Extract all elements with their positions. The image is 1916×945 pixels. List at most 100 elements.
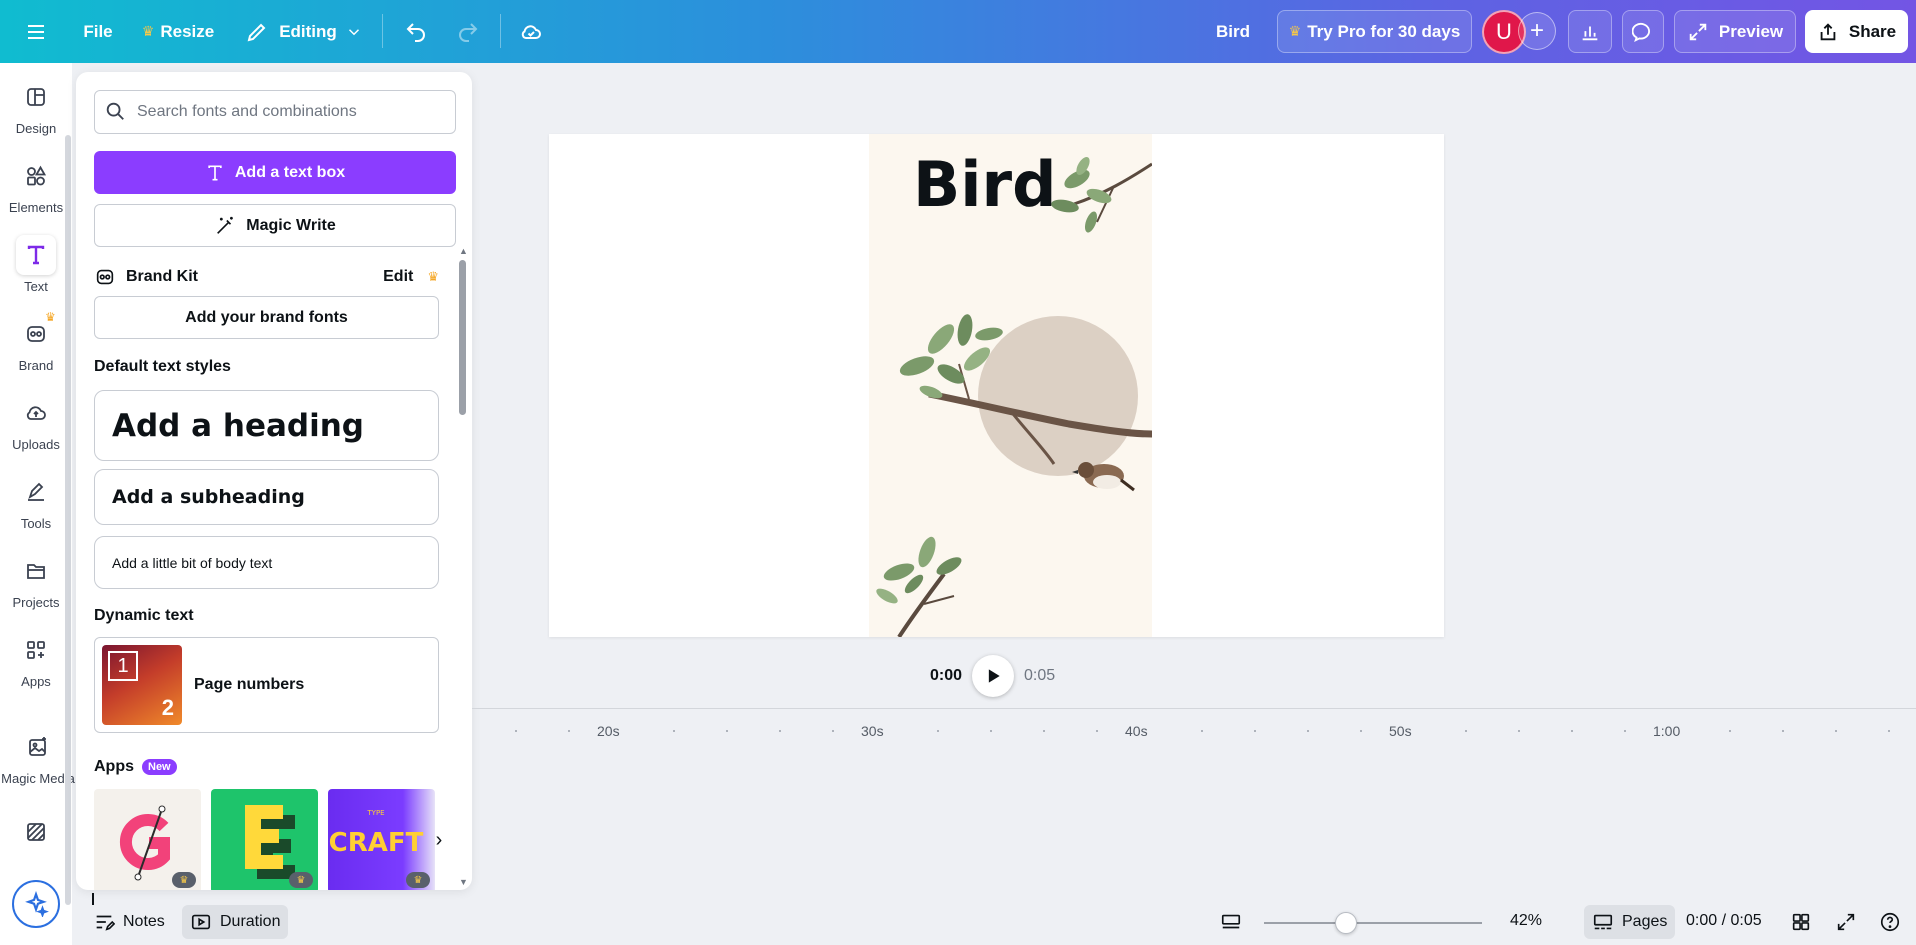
try-pro-button[interactable]: ♛ Try Pro for 30 days xyxy=(1277,10,1472,53)
app-tile-e[interactable]: ♛ xyxy=(211,789,318,890)
editing-label: Editing xyxy=(279,21,337,41)
pages-icon xyxy=(1592,911,1622,933)
zoom-slider-handle[interactable] xyxy=(1335,912,1357,934)
timeline-tick-dot xyxy=(1201,730,1204,732)
design-name[interactable]: Bird xyxy=(1206,0,1260,63)
brand-kit-label: Brand Kit xyxy=(126,268,198,285)
text-icon xyxy=(205,163,235,183)
app-tile-craft[interactable]: CRAFT TYPE ♛ xyxy=(328,789,435,890)
duration-label: Duration xyxy=(220,913,281,930)
timeline-ruler[interactable] xyxy=(472,708,1916,709)
chevron-right-icon[interactable]: › xyxy=(426,822,452,858)
fullscreen-icon[interactable] xyxy=(1833,909,1859,935)
rail-item-uploads[interactable]: Uploads xyxy=(0,393,72,463)
rail-label: Tools xyxy=(20,516,52,531)
crown-icon: ♛ xyxy=(141,23,155,39)
add-collaborator-button[interactable]: + xyxy=(1518,12,1556,50)
grid-view-icon[interactable] xyxy=(1788,909,1814,935)
grid-plus-icon xyxy=(16,630,56,670)
rail-item-pattern[interactable] xyxy=(0,814,72,854)
preview-button[interactable]: Preview xyxy=(1674,10,1796,53)
rail-item-projects[interactable]: Projects xyxy=(0,551,72,621)
page-view-icon[interactable] xyxy=(1218,909,1244,935)
current-time: 0:00 xyxy=(930,667,963,684)
magic-media-icon xyxy=(18,727,58,767)
zoom-slider[interactable] xyxy=(1264,922,1482,924)
add-brand-fonts-button[interactable]: Add your brand fonts xyxy=(94,296,439,339)
timeline-tick-label: 20s xyxy=(597,723,620,739)
timeline-tick-dot xyxy=(1835,730,1837,732)
timeline-tick-dot xyxy=(831,730,834,732)
default-styles-title: Default text styles xyxy=(94,358,231,375)
chevron-down-icon xyxy=(345,23,363,41)
editing-mode-button[interactable]: Editing xyxy=(246,0,362,63)
notes-icon xyxy=(93,911,123,933)
duration-icon xyxy=(190,911,220,933)
text-caret xyxy=(92,893,94,905)
timeline-tick-dot xyxy=(1782,730,1785,732)
timeline-tick-dot xyxy=(1254,730,1257,732)
folder-icon xyxy=(16,551,56,591)
panel-scrollbar[interactable] xyxy=(459,260,466,415)
redo-icon[interactable] xyxy=(450,0,486,63)
rail-item-design[interactable]: Design xyxy=(0,77,72,147)
rail-item-elements[interactable]: Elements xyxy=(0,156,72,226)
help-icon[interactable] xyxy=(1877,909,1903,935)
rail-item-text[interactable]: Text xyxy=(0,235,72,305)
try-pro-label: Try Pro for 30 days xyxy=(1307,21,1461,41)
timeline-tick-dot xyxy=(726,730,729,732)
brand-icon xyxy=(94,266,126,288)
text-panel: Search fonts and combinations Add a text… xyxy=(76,72,472,890)
scroll-up-icon[interactable]: ▲ xyxy=(459,246,468,256)
comment-icon[interactable] xyxy=(1622,10,1664,53)
add-subheading-button[interactable]: Add a subheading xyxy=(94,469,439,525)
crown-icon: ♛ xyxy=(406,872,430,888)
undo-icon[interactable] xyxy=(398,0,434,63)
timeline-tick-label: 30s xyxy=(861,723,884,739)
share-button[interactable]: Share xyxy=(1805,10,1908,53)
page-numbers-thumbnail-number: 1 xyxy=(108,651,138,681)
analytics-icon[interactable] xyxy=(1568,10,1612,53)
app-tile-logo[interactable]: ♛ xyxy=(94,789,201,890)
top-toolbar: File ♛ Resize Editing Bird ♛ Try Pro for… xyxy=(0,0,1916,63)
crown-icon: ♛ xyxy=(427,269,439,284)
left-rail: Design Elements Text ♛ Brand Uploads Too… xyxy=(0,63,75,945)
rail-item-brand[interactable]: ♛ Brand xyxy=(0,310,72,384)
brand-edit-button[interactable]: Edit ♛ xyxy=(383,268,439,286)
notes-label: Notes xyxy=(123,913,165,930)
scroll-down-icon[interactable]: ▼ xyxy=(459,877,468,887)
rail-label: Projects xyxy=(12,595,60,610)
rail-item-tools[interactable]: Tools xyxy=(0,472,72,542)
brand-kit-row: Brand Kit Edit ♛ xyxy=(94,262,439,292)
notes-button[interactable]: Notes xyxy=(85,905,173,939)
file-menu[interactable]: File xyxy=(78,0,118,63)
crown-icon: ♛ xyxy=(45,310,56,324)
add-body-text-button[interactable]: Add a little bit of body text xyxy=(94,536,439,589)
add-text-box-button[interactable]: Add a text box xyxy=(94,151,456,194)
duration-button[interactable]: Duration xyxy=(182,905,289,939)
svg-text:TYPE: TYPE xyxy=(366,809,384,817)
new-badge: New xyxy=(142,759,177,775)
rail-item-apps[interactable]: Apps xyxy=(0,630,72,700)
design-title-text[interactable]: Bird xyxy=(913,148,1056,221)
pages-label: Pages xyxy=(1622,913,1668,930)
zoom-level[interactable]: 42% xyxy=(1510,912,1542,930)
timeline-tick-dot xyxy=(1887,730,1890,732)
hamburger-icon[interactable] xyxy=(14,0,58,63)
rail-scrollbar[interactable] xyxy=(65,135,71,905)
resize-button[interactable]: ♛ Resize xyxy=(138,0,218,63)
resize-label: Resize xyxy=(160,21,215,41)
time-readout: 0:00 / 0:05 xyxy=(1686,912,1762,929)
play-button[interactable] xyxy=(972,655,1015,697)
page-numbers-card[interactable]: 1 2 Page numbers xyxy=(94,637,439,733)
magic-assistant-button[interactable] xyxy=(12,880,60,928)
pages-button[interactable]: Pages xyxy=(1584,905,1676,939)
page-numbers-thumbnail: 1 2 xyxy=(102,645,182,725)
cloud-saved-icon[interactable] xyxy=(512,0,550,63)
magic-write-button[interactable]: Magic Write xyxy=(94,204,456,247)
timeline-tick-dot xyxy=(937,730,940,732)
rail-label: Design xyxy=(15,121,57,136)
timeline-tick-dot xyxy=(515,730,517,732)
search-input[interactable]: Search fonts and combinations xyxy=(94,90,456,134)
add-heading-button[interactable]: Add a heading xyxy=(94,390,439,461)
